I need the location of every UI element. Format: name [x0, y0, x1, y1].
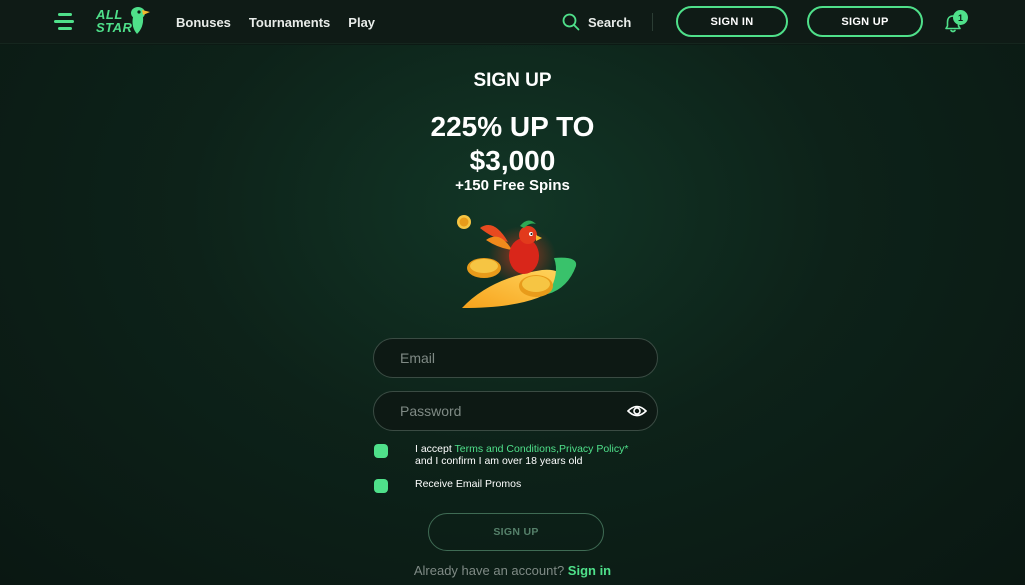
promo-headline-line2: $3,000 — [469, 145, 556, 176]
header-divider — [652, 13, 653, 31]
parrot-surfboard-illustration — [457, 215, 577, 308]
main-nav: Bonuses Tournaments Play — [176, 0, 375, 44]
top-header: ALL STAR Bonuses Tournaments Play Search… — [0, 0, 1025, 44]
sign-up-submit-button[interactable]: SIGN UP — [428, 513, 604, 551]
search-icon — [562, 13, 580, 31]
terms-prefix: I accept — [415, 443, 455, 455]
search-button[interactable]: Search — [562, 12, 631, 32]
nav-tournaments[interactable]: Tournaments — [249, 15, 330, 30]
search-label: Search — [588, 14, 632, 30]
notification-badge: 1 — [953, 10, 968, 25]
eye-icon[interactable] — [627, 403, 647, 419]
logo-text-line2: STAR — [96, 20, 133, 35]
terms-checkbox[interactable] — [374, 444, 388, 458]
logo-parrot-icon — [131, 7, 150, 34]
age-confirmation: and I confirm I am over 18 years old — [415, 455, 583, 467]
email-promos-checkbox[interactable] — [374, 479, 388, 493]
privacy-policy-link[interactable]: ,Privacy Policy* — [556, 443, 628, 455]
password-input[interactable] — [374, 392, 657, 430]
terms-text: I accept Terms and Conditions,Privacy Po… — [415, 443, 675, 467]
sign-in-link[interactable]: Sign in — [568, 563, 611, 578]
notifications-button[interactable]: 1 — [943, 10, 971, 34]
nav-play[interactable]: Play — [348, 15, 375, 30]
email-field[interactable] — [373, 338, 658, 378]
sign-up-header-button[interactable]: SIGN UP — [807, 6, 923, 37]
email-promos-label: Receive Email Promos — [415, 478, 522, 490]
sign-in-prompt-text: Already have an account? — [413, 563, 565, 578]
page-title: SIGN UP — [473, 70, 552, 91]
nav-bonuses[interactable]: Bonuses — [176, 15, 231, 30]
email-input[interactable] — [374, 339, 657, 377]
signup-page: SIGN UP 225% UP TO $3,000 +150 Free Spin… — [0, 45, 1025, 585]
terms-link[interactable]: Terms and Conditions — [455, 443, 557, 455]
promo-free-spins: +150 Free Spins — [455, 177, 570, 194]
menu-icon[interactable] — [54, 12, 76, 32]
promo-headline-line1: 225% UP TO — [430, 111, 595, 142]
brand-logo[interactable]: ALL STAR — [96, 5, 156, 39]
sign-in-button[interactable]: SIGN IN — [676, 6, 788, 37]
sign-in-prompt: Already have an account? Sign in — [0, 563, 1025, 578]
password-field[interactable] — [373, 391, 658, 431]
